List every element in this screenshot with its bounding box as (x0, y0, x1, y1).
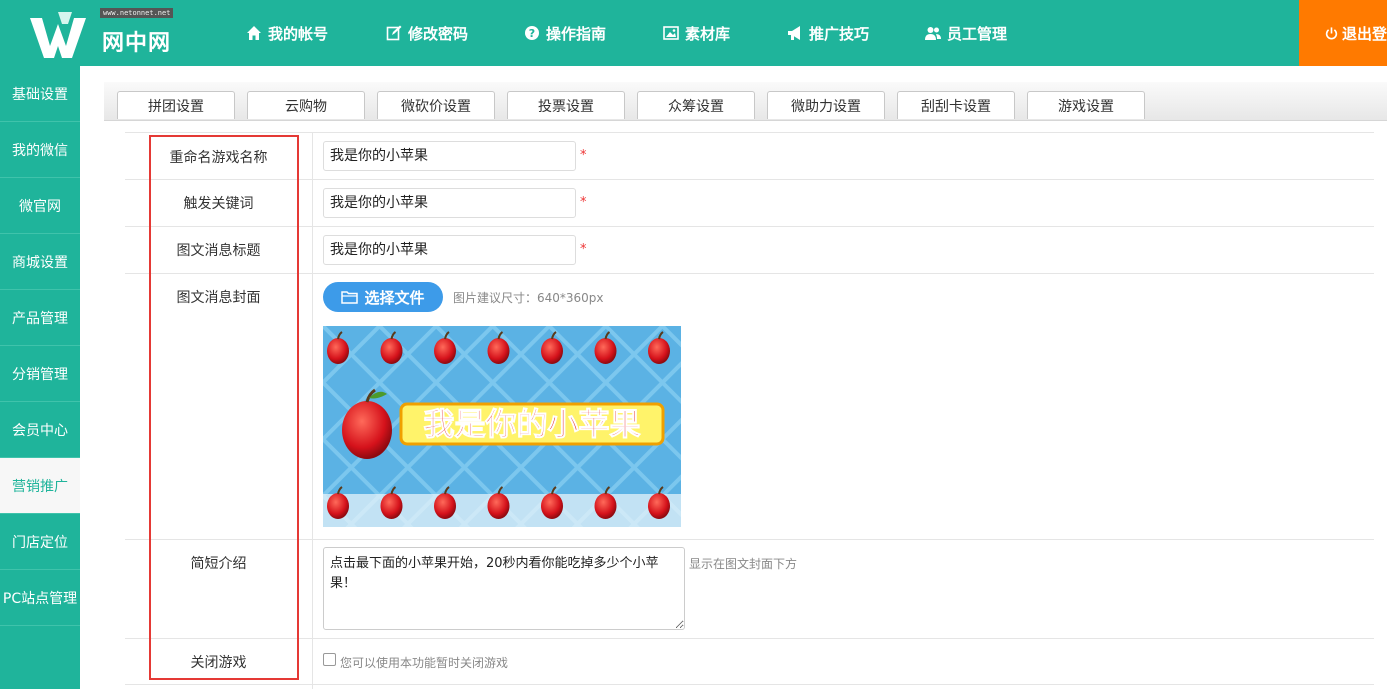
cover-image-title: 我是你的小苹果 (424, 407, 641, 443)
megaphone-icon (788, 26, 800, 40)
nav-my-account[interactable]: 我的帐号 (246, 0, 328, 66)
cover-image: 我是你的小苹果 (323, 326, 681, 527)
sidebar-item-member-center[interactable]: 会员中心 (0, 402, 80, 458)
keyword-input[interactable]: 我是你的小苹果 (323, 188, 576, 218)
nav-staff-management[interactable]: 员工管理 (925, 0, 1007, 66)
intro-hint: 显示在图文封面下方 (689, 557, 798, 571)
logo-mark-icon (30, 12, 86, 58)
nav-material-library[interactable]: 素材库 (663, 0, 730, 66)
tab-vote[interactable]: 投票设置 (507, 91, 625, 119)
sidebar-item-distribution[interactable]: 分销管理 (0, 346, 80, 402)
top-navbar: www.netonnet.net 网中网 我的帐号 修改密码 ? 操作指南 素材… (0, 0, 1387, 66)
sidebar-item-pc-site[interactable]: PC站点管理 (0, 570, 80, 626)
required-mark: * (580, 148, 587, 163)
sidebar-item-my-wechat[interactable]: 我的微信 (0, 122, 80, 178)
tab-scratch-card[interactable]: 刮刮卡设置 (897, 91, 1015, 119)
message-title-label: 图文消息标题 (176, 243, 261, 259)
sidebar-item-product-management[interactable]: 产品管理 (0, 290, 80, 346)
image-icon (663, 26, 679, 40)
intro-label: 简短介绍 (190, 556, 247, 572)
column-divider (312, 133, 313, 689)
sidebar-item-marketing[interactable]: 营销推广 (0, 458, 80, 514)
sidebar-item-mall-settings[interactable]: 商城设置 (0, 234, 80, 290)
tab-bar: 拼团设置 云购物 微砍价设置 投票设置 众筹设置 微助力设置 刮刮卡设置 游戏设… (104, 82, 1387, 121)
edit-icon (386, 25, 402, 41)
logout-button[interactable]: 退出登 (1299, 0, 1387, 66)
close-game-checkbox-label: 您可以使用本功能暂时关闭游戏 (340, 656, 509, 670)
rename-game-label: 重命名游戏名称 (169, 150, 268, 166)
cover-image-graphic: 我是你的小苹果 (323, 326, 681, 527)
tab-group-buy[interactable]: 拼团设置 (117, 91, 235, 119)
home-icon (247, 26, 261, 40)
choose-file-button[interactable]: 选择文件 (323, 282, 443, 312)
sidebar: 基础设置 我的微信 微官网 商城设置 产品管理 分销管理 会员中心 营销推广 门… (0, 66, 80, 689)
cover-size-hint: 图片建议尺寸：640*360px (453, 291, 604, 305)
sidebar-item-store-location[interactable]: 门店定位 (0, 514, 80, 570)
intro-textarea[interactable]: 点击最下面的小苹果开始，20秒内看你能吃掉多少个小苹果！ (323, 547, 685, 630)
tab-cloud-shopping[interactable]: 云购物 (247, 91, 365, 119)
highlight-box (149, 135, 299, 680)
tab-game-settings[interactable]: 游戏设置 (1027, 91, 1145, 119)
keyword-label: 触发关键词 (183, 196, 254, 212)
message-title-input[interactable]: 我是你的小苹果 (323, 235, 576, 265)
help-icon: ? (525, 26, 539, 40)
close-game-label: 关闭游戏 (190, 655, 247, 671)
nav-guide[interactable]: ? 操作指南 (524, 0, 606, 66)
logo[interactable]: www.netonnet.net 网中网 (28, 8, 198, 63)
sidebar-item-micro-site[interactable]: 微官网 (0, 178, 80, 234)
nav-change-password[interactable]: 修改密码 (386, 0, 468, 66)
sidebar-item-basic-settings[interactable]: 基础设置 (0, 66, 80, 122)
required-mark: * (580, 242, 587, 257)
folder-icon (341, 291, 359, 304)
rename-game-input[interactable]: 我是你的小苹果 (323, 141, 576, 171)
cover-label: 图文消息封面 (176, 290, 261, 306)
logo-text: 网中网 (102, 31, 172, 56)
power-icon (1325, 26, 1338, 39)
tab-assist[interactable]: 微助力设置 (767, 91, 885, 119)
tab-crowdfunding[interactable]: 众筹设置 (637, 91, 755, 119)
required-mark: * (580, 195, 587, 210)
svg-text:?: ? (529, 27, 535, 40)
tab-bargain[interactable]: 微砍价设置 (377, 91, 495, 119)
logo-url: www.netonnet.net (100, 8, 174, 18)
close-game-checkbox[interactable] (323, 653, 336, 666)
users-icon (925, 27, 941, 40)
nav-promotion-tips[interactable]: 推广技巧 (787, 0, 869, 66)
